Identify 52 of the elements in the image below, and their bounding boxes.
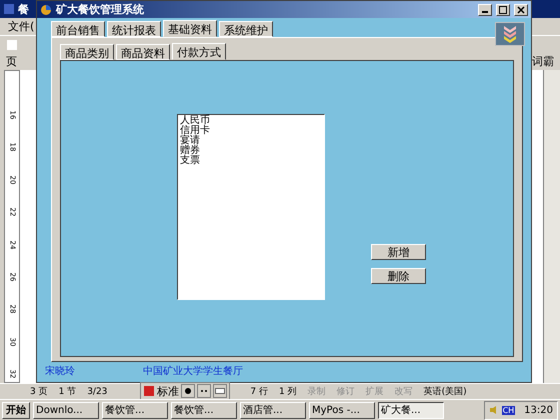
- maximize-icon: [499, 6, 507, 14]
- list-item[interactable]: 人民币: [180, 116, 322, 126]
- keyboard-icon[interactable]: [213, 384, 227, 398]
- tab[interactable]: 商品资料: [116, 44, 170, 60]
- status-item: 录制: [308, 386, 326, 398]
- list-item[interactable]: 信用卡: [180, 126, 322, 136]
- close-button[interactable]: [514, 4, 528, 16]
- start-button[interactable]: 开始: [2, 402, 30, 418]
- window-title: 矿大餐饮管理系统: [56, 2, 145, 17]
- status-item: 3/23: [87, 386, 108, 396]
- task-button[interactable]: 餐饮管...: [171, 402, 237, 418]
- task-button[interactable]: 酒店管...: [240, 402, 306, 418]
- toolbar-label: 页: [6, 54, 17, 69]
- status-item: 改写: [394, 386, 413, 398]
- status-item: 1 节: [58, 386, 76, 398]
- collapse-button[interactable]: [495, 22, 525, 46]
- document-icon: [6, 38, 18, 50]
- punctuation-icon[interactable]: [197, 384, 211, 398]
- action-button[interactable]: 删除: [371, 268, 426, 284]
- status-item: 1 列: [279, 386, 297, 398]
- list-item[interactable]: 赠券: [180, 146, 322, 156]
- tab[interactable]: 系统维护: [219, 21, 273, 37]
- tab[interactable]: 基础资料: [163, 20, 217, 37]
- action-button[interactable]: 新增: [371, 244, 426, 260]
- tab[interactable]: 付款方式: [172, 43, 226, 60]
- toolbar-label: 词霸: [532, 54, 554, 69]
- task-button[interactable]: 餐饮管...: [102, 402, 168, 418]
- tab[interactable]: 统计报表: [107, 21, 161, 37]
- chevron-icon: [502, 25, 518, 43]
- tab[interactable]: 商品类别: [60, 44, 114, 60]
- list-item[interactable]: 支票: [180, 156, 322, 166]
- minimize-icon: [482, 11, 488, 13]
- list-item[interactable]: 宴请: [180, 136, 322, 146]
- menu-item[interactable]: 文件(: [8, 19, 34, 34]
- status-item: 扩展: [366, 386, 384, 398]
- task-button[interactable]: Downlo...: [33, 402, 99, 418]
- task-button[interactable]: MyPos -...: [309, 402, 375, 418]
- footer-text: 宋晓玲: [45, 364, 75, 378]
- status-item: 7 行: [250, 386, 268, 398]
- tab[interactable]: 前台销售: [51, 21, 105, 37]
- maximize-button[interactable]: [496, 4, 510, 16]
- status-item: 英语(美国): [424, 386, 467, 398]
- status-item: 3 页: [30, 386, 48, 398]
- status-item: 修订: [336, 386, 355, 398]
- language-indicator[interactable]: CH: [502, 406, 516, 414]
- ime-mode[interactable]: 标准: [157, 384, 179, 398]
- footer-text: 中国矿业大学学生餐厅: [143, 364, 243, 378]
- close-icon: [517, 6, 525, 14]
- clock: 13:20: [524, 404, 553, 416]
- window-title: 餐: [18, 2, 29, 16]
- minimize-button[interactable]: [478, 4, 492, 16]
- task-button[interactable]: 矿大餐...: [378, 402, 444, 418]
